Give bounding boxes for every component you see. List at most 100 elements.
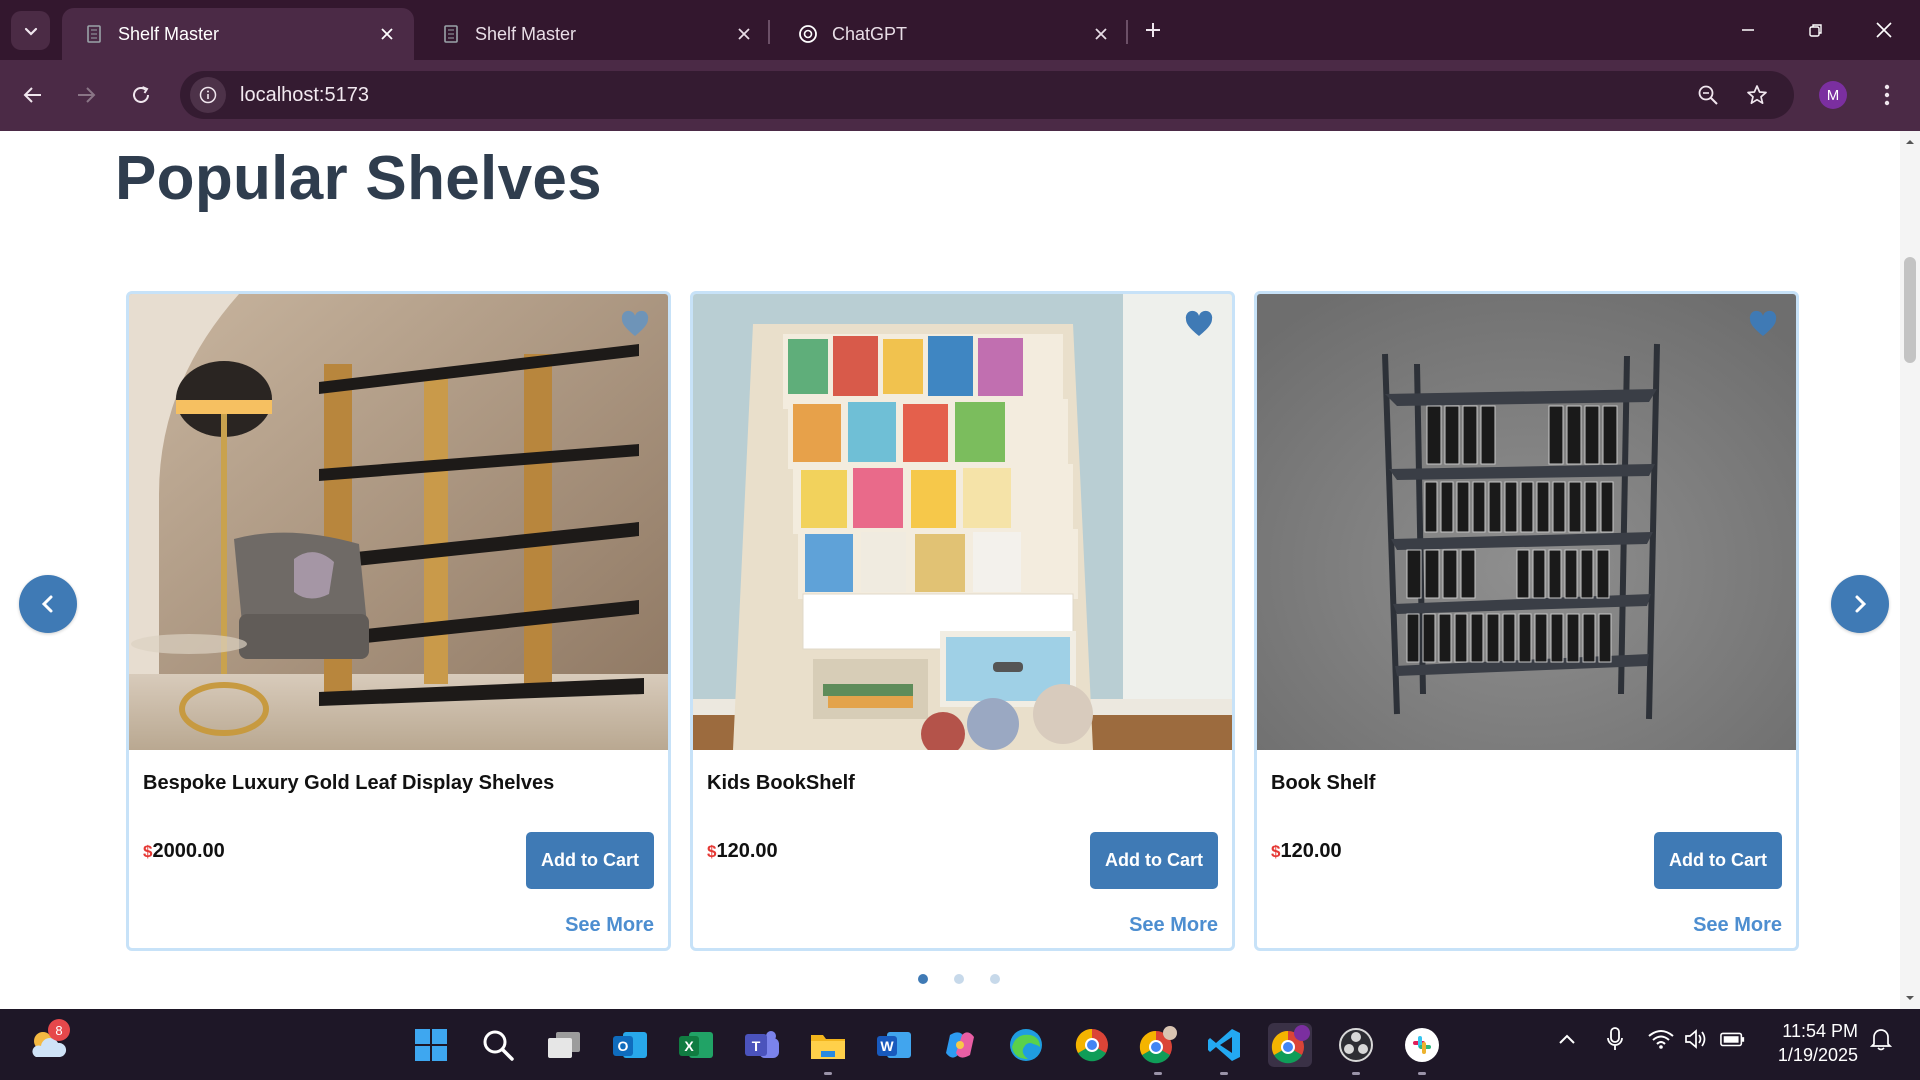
browser-tab-strip: Shelf Master Shelf Master ChatGPT: [0, 0, 1920, 60]
product-image[interactable]: [1257, 294, 1796, 750]
product-name[interactable]: Bespoke Luxury Gold Leaf Display Shelves: [143, 772, 554, 795]
tab-search-button[interactable]: [11, 11, 50, 50]
chrome-active-icon[interactable]: [1268, 1023, 1312, 1067]
product-card[interactable]: Bespoke Luxury Gold Leaf Display Shelves…: [126, 291, 671, 951]
close-icon[interactable]: [374, 21, 400, 47]
close-icon[interactable]: [1088, 21, 1114, 47]
product-image[interactable]: [129, 294, 668, 750]
carousel-dot[interactable]: [954, 974, 964, 984]
heart-icon[interactable]: [620, 310, 650, 338]
chevron-right-icon: [1855, 595, 1867, 613]
battery-icon[interactable]: [1720, 1026, 1746, 1052]
plus-icon: [1146, 23, 1160, 37]
chrome-icon[interactable]: [1070, 1023, 1114, 1067]
restore-button[interactable]: [1796, 10, 1836, 50]
copilot-icon[interactable]: [938, 1023, 982, 1067]
svg-text:O: O: [618, 1038, 629, 1054]
clock-time: 11:54 PM: [1782, 1021, 1858, 1041]
address-bar[interactable]: localhost:5173: [180, 71, 1794, 119]
url-text[interactable]: localhost:5173: [240, 84, 369, 107]
heart-icon[interactable]: [1184, 310, 1214, 338]
clock-date: 1/19/2025: [1777, 1045, 1858, 1065]
scroll-up-icon[interactable]: [1905, 137, 1915, 147]
obs-icon[interactable]: [1334, 1023, 1378, 1075]
arrow-right-icon: [78, 87, 96, 103]
svg-text:T: T: [752, 1038, 761, 1054]
chevron-left-icon: [41, 595, 53, 613]
svg-text:X: X: [684, 1038, 694, 1054]
volume-icon[interactable]: [1683, 1026, 1709, 1052]
microphone-icon[interactable]: [1602, 1026, 1628, 1052]
price-value: 2000.00: [152, 840, 225, 862]
see-more-link[interactable]: See More: [1129, 914, 1218, 937]
new-tab-button[interactable]: [1137, 14, 1169, 46]
product-image[interactable]: [693, 294, 1232, 750]
chevron-up-icon[interactable]: [1554, 1026, 1580, 1052]
notifications-icon[interactable]: [1868, 1026, 1894, 1052]
carousel-pagination: [918, 974, 1000, 984]
add-to-cart-button[interactable]: Add to Cart: [1090, 832, 1218, 889]
tab-title: ChatGPT: [832, 23, 908, 44]
carousel-next-button[interactable]: [1831, 575, 1889, 633]
add-to-cart-button[interactable]: Add to Cart: [526, 832, 654, 889]
vscode-icon[interactable]: [1202, 1023, 1246, 1075]
restore-icon: [1809, 24, 1822, 37]
task-view-icon[interactable]: [542, 1023, 586, 1067]
reload-button[interactable]: [122, 76, 160, 114]
document-icon: [84, 24, 104, 44]
tab-shelf-master-active[interactable]: Shelf Master: [62, 8, 414, 60]
close-window-button[interactable]: [1864, 10, 1904, 50]
minimize-button[interactable]: [1728, 10, 1768, 50]
excel-icon[interactable]: X: [674, 1023, 718, 1067]
document-icon: [441, 24, 461, 44]
see-more-link[interactable]: See More: [1693, 914, 1782, 937]
tab-separator: [1126, 20, 1128, 44]
add-to-cart-button[interactable]: Add to Cart: [1654, 832, 1782, 889]
product-name[interactable]: Kids BookShelf: [707, 772, 855, 795]
tab-title: Shelf Master: [475, 23, 577, 44]
page-scrollbar[interactable]: [1900, 131, 1920, 1009]
reload-icon: [133, 86, 149, 103]
close-icon: [1876, 22, 1892, 38]
tab-chatgpt[interactable]: ChatGPT: [776, 8, 1128, 60]
carousel-prev-button[interactable]: [19, 575, 77, 633]
chatgpt-icon: [798, 24, 818, 44]
zoom-icon[interactable]: [1690, 77, 1726, 113]
svg-text:W: W: [880, 1038, 894, 1054]
see-more-link[interactable]: See More: [565, 914, 654, 937]
heart-icon[interactable]: [1748, 310, 1778, 338]
back-button[interactable]: [14, 76, 52, 114]
windows-taskbar: O X T W: [0, 1009, 1920, 1080]
chrome-profile-icon[interactable]: [1136, 1023, 1180, 1075]
system-clock[interactable]: 11:54 PM 1/19/2025: [1762, 1019, 1858, 1067]
profile-avatar[interactable]: M: [1819, 81, 1847, 109]
kebab-menu-icon[interactable]: [1870, 77, 1904, 113]
product-name[interactable]: Book Shelf: [1271, 772, 1375, 795]
product-card[interactable]: Kids BookShelf $120.00 Add to Cart See M…: [690, 291, 1235, 951]
teams-icon[interactable]: T: [740, 1023, 784, 1067]
price-value: 120.00: [1280, 840, 1342, 862]
minimize-icon: [1742, 29, 1754, 31]
info-icon[interactable]: [190, 77, 226, 113]
price-value: 120.00: [716, 840, 778, 862]
close-icon[interactable]: [731, 21, 757, 47]
edge-icon[interactable]: [1004, 1023, 1048, 1067]
scroll-thumb[interactable]: [1904, 257, 1916, 363]
outlook-icon[interactable]: O: [608, 1023, 652, 1067]
file-explorer-icon[interactable]: [806, 1023, 850, 1075]
search-icon[interactable]: [476, 1023, 520, 1067]
product-price: $2000.00: [143, 840, 225, 863]
scroll-down-icon[interactable]: [1905, 993, 1915, 1003]
forward-button[interactable]: [67, 76, 105, 114]
wifi-icon[interactable]: [1648, 1026, 1674, 1052]
weather-badge: 8: [48, 1019, 70, 1041]
start-icon[interactable]: [409, 1023, 453, 1067]
star-icon[interactable]: [1739, 77, 1775, 113]
slack-icon[interactable]: [1400, 1023, 1444, 1075]
tab-shelf-master[interactable]: Shelf Master: [419, 8, 771, 60]
product-price: $120.00: [707, 840, 778, 863]
carousel-dot[interactable]: [990, 974, 1000, 984]
product-card[interactable]: Book Shelf $120.00 Add to Cart See More: [1254, 291, 1799, 951]
carousel-dot-active[interactable]: [918, 974, 928, 984]
word-icon[interactable]: W: [872, 1023, 916, 1067]
